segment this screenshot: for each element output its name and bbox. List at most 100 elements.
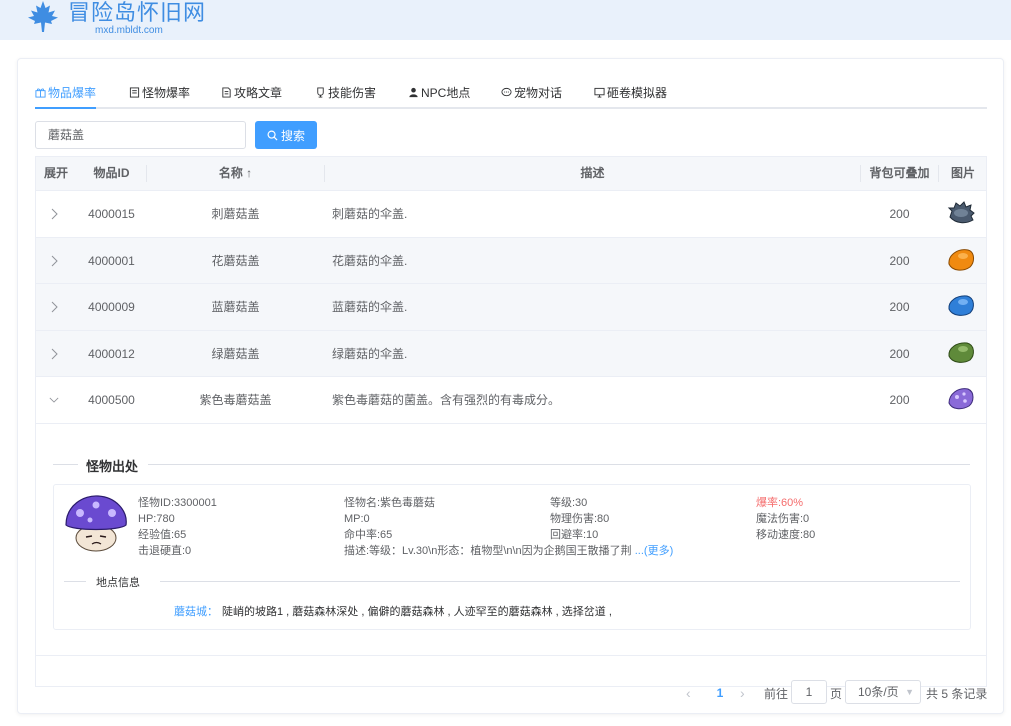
- header-name[interactable]: 名称 ↑: [147, 157, 324, 190]
- document-icon: [129, 87, 140, 98]
- search-input[interactable]: 蘑菇盖: [35, 121, 246, 149]
- header-item-id[interactable]: 物品ID: [76, 157, 147, 190]
- table-row[interactable]: 4000015 刺蘑菇盖 刺蘑菇的伞盖. 200: [36, 191, 986, 238]
- tab-label: 技能伤害: [328, 86, 377, 100]
- table-row[interactable]: 4000012 绿蘑菇盖 绿蘑菇的伞盖. 200: [36, 330, 986, 377]
- monster-knockback: 击退硬直:0: [138, 544, 192, 557]
- monster-avoid: 回避率:10: [550, 528, 599, 541]
- item-name: 紫色毒蘑菇盖: [199, 393, 272, 407]
- divider: [53, 463, 78, 465]
- table-footer-space: [36, 656, 986, 686]
- tab-label: 攻略文章: [234, 86, 283, 100]
- divider: [160, 580, 960, 582]
- tab-label: 砸卷模拟器: [607, 86, 668, 100]
- item-description: 花蘑菇的伞盖.: [332, 253, 408, 268]
- page-label: 页: [830, 687, 843, 701]
- table-header: 展开 物品ID 名称 ↑ 描述 背包可叠加 图片: [36, 157, 986, 191]
- monster-exp: 经验值:65: [138, 528, 187, 541]
- chevron-right-icon[interactable]: [49, 348, 59, 360]
- table-row[interactable]: 4000009 蓝蘑菇盖 蓝蘑菇的伞盖. 200: [36, 284, 986, 331]
- location-list: 陡峭的坡路1 , 蘑菇森林深处 , 偏僻的蘑菇森林 , 人迹罕至的蘑菇森林 , …: [222, 605, 612, 618]
- page-size-select[interactable]: 10条/页 ▼: [845, 680, 921, 704]
- monster-accuracy: 命中率:65: [344, 528, 393, 541]
- tab-label: NPC地点: [421, 86, 471, 100]
- table-row[interactable]: 4000500 紫色毒蘑菇盖 紫色毒蘑菇的菌盖。含有强烈的有毒成分。 200: [36, 377, 986, 424]
- top-bar: 冒险岛怀旧网 mxd.mbldt.com: [0, 0, 1011, 40]
- item-description: 刺蘑菇的伞盖.: [332, 207, 408, 221]
- chevron-right-icon[interactable]: [49, 255, 59, 267]
- tab-scroll-simulator[interactable]: 砸卷模拟器: [594, 85, 667, 107]
- tab-item-drops[interactable]: 物品爆率: [35, 85, 97, 109]
- tab-label: 宠物对话: [514, 86, 563, 100]
- monster-description: 描述:等级：Lv.30\n形态：植物型\n\n因为企鹅国王散播了荆 ...(更多…: [344, 544, 673, 558]
- item-name: 绿蘑菇盖: [211, 346, 260, 361]
- header-expand: 展开: [43, 166, 68, 180]
- item-stack: 200: [889, 393, 910, 407]
- monster-magic-damage: 魔法伤害:0: [756, 512, 810, 525]
- chevron-right-icon[interactable]: [49, 208, 59, 220]
- user-icon: [409, 87, 418, 98]
- monster-level: 等级:30: [550, 496, 588, 509]
- next-page-button[interactable]: ›: [740, 682, 754, 704]
- prev-page-button[interactable]: ‹: [686, 682, 700, 704]
- items-table: 展开 物品ID 名称 ↑ 描述 背包可叠加 图片 4000015 刺蘑菇盖 刺蘑…: [35, 156, 987, 687]
- item-description: 蓝蘑菇的伞盖.: [332, 300, 408, 314]
- cup-icon: [317, 87, 324, 98]
- monster-physical-damage: 物理伤害:80: [550, 512, 610, 525]
- item-id: 4000009: [88, 300, 135, 314]
- chat-icon: [501, 87, 512, 97]
- header-description: 描述: [580, 166, 605, 180]
- item-stack: 200: [889, 300, 910, 314]
- tab-label: 物品爆率: [48, 86, 97, 100]
- table-row[interactable]: 4000001 花蘑菇盖 花蘑菇的伞盖. 200: [36, 237, 986, 284]
- page-size-value: 10条/页: [858, 685, 899, 699]
- item-description: 绿蘑菇的伞盖.: [332, 346, 408, 361]
- item-id: 4000015: [88, 207, 135, 221]
- chevron-right-icon[interactable]: [49, 301, 59, 313]
- goto-page-input[interactable]: 1: [791, 680, 827, 704]
- map-region-link[interactable]: 蘑菇城：: [174, 603, 218, 619]
- tab-pet-dialog[interactable]: 宠物对话: [501, 85, 562, 107]
- purple-mushroom-cap-icon: [948, 388, 974, 410]
- monitor-icon: [594, 87, 605, 98]
- total-records: 共 5 条记录: [926, 687, 988, 701]
- location-info-title: 地点信息: [96, 576, 140, 589]
- page-number-current[interactable]: 1: [712, 682, 728, 704]
- item-id: 4000012: [88, 346, 135, 361]
- tab-bar: 物品爆率 怪物爆率 攻略文章 技能伤害 NPC地点 宠物对话 砸卷模拟器: [35, 85, 987, 109]
- tab-monster-drops[interactable]: 怪物爆率: [129, 85, 190, 107]
- item-stack: 200: [889, 253, 910, 268]
- monster-drop-rate: 爆率:60%: [756, 496, 804, 509]
- monster-name: 怪物名:紫色毒蘑菇: [344, 496, 436, 509]
- site-title[interactable]: 冒险岛怀旧网: [68, 0, 206, 26]
- chevron-down-icon: ▼: [905, 687, 914, 697]
- gift-icon: [35, 88, 46, 98]
- tab-label: 怪物爆率: [142, 86, 191, 100]
- item-name: 蓝蘑菇盖: [211, 300, 260, 314]
- header-image: 图片: [950, 166, 975, 180]
- monster-description-text: 描述:等级：Lv.30\n形态：植物型\n\n因为企鹅国王散播了荆: [344, 544, 632, 557]
- monster-speed: 移动速度:80: [756, 528, 816, 541]
- main-card: 物品爆率 怪物爆率 攻略文章 技能伤害 NPC地点 宠物对话 砸卷模拟器 蘑菇盖: [17, 58, 1004, 714]
- tab-guides[interactable]: 攻略文章: [221, 85, 282, 107]
- green-mushroom-cap-icon: [948, 341, 974, 363]
- monster-mp: MP:0: [344, 512, 370, 525]
- item-name: 花蘑菇盖: [211, 253, 260, 268]
- goto-label: 前往: [764, 687, 789, 701]
- header-stackable: 背包可叠加: [869, 166, 930, 180]
- tab-npc-locations[interactable]: NPC地点: [408, 85, 470, 107]
- maple-leaf-icon: [28, 1, 58, 32]
- item-stack: 200: [889, 207, 910, 221]
- search-button[interactable]: 搜索: [255, 121, 317, 149]
- more-link[interactable]: ...(更多): [635, 545, 674, 557]
- tab-skill-damage[interactable]: 技能伤害: [315, 85, 376, 107]
- item-stack: 200: [889, 346, 910, 361]
- search-button-label: 搜索: [280, 128, 305, 143]
- monster-card: 怪物ID:3300001 HP:780 经验值:65 击退硬直:0 怪物名:紫色…: [53, 483, 971, 630]
- item-name: 刺蘑菇盖: [211, 207, 260, 221]
- chevron-down-icon[interactable]: [49, 394, 59, 406]
- monster-source-title: 怪物出处: [86, 458, 139, 474]
- article-icon: [222, 87, 231, 98]
- purple-mushroom-monster-image: [65, 494, 127, 551]
- orange-mushroom-cap-icon: [948, 248, 974, 271]
